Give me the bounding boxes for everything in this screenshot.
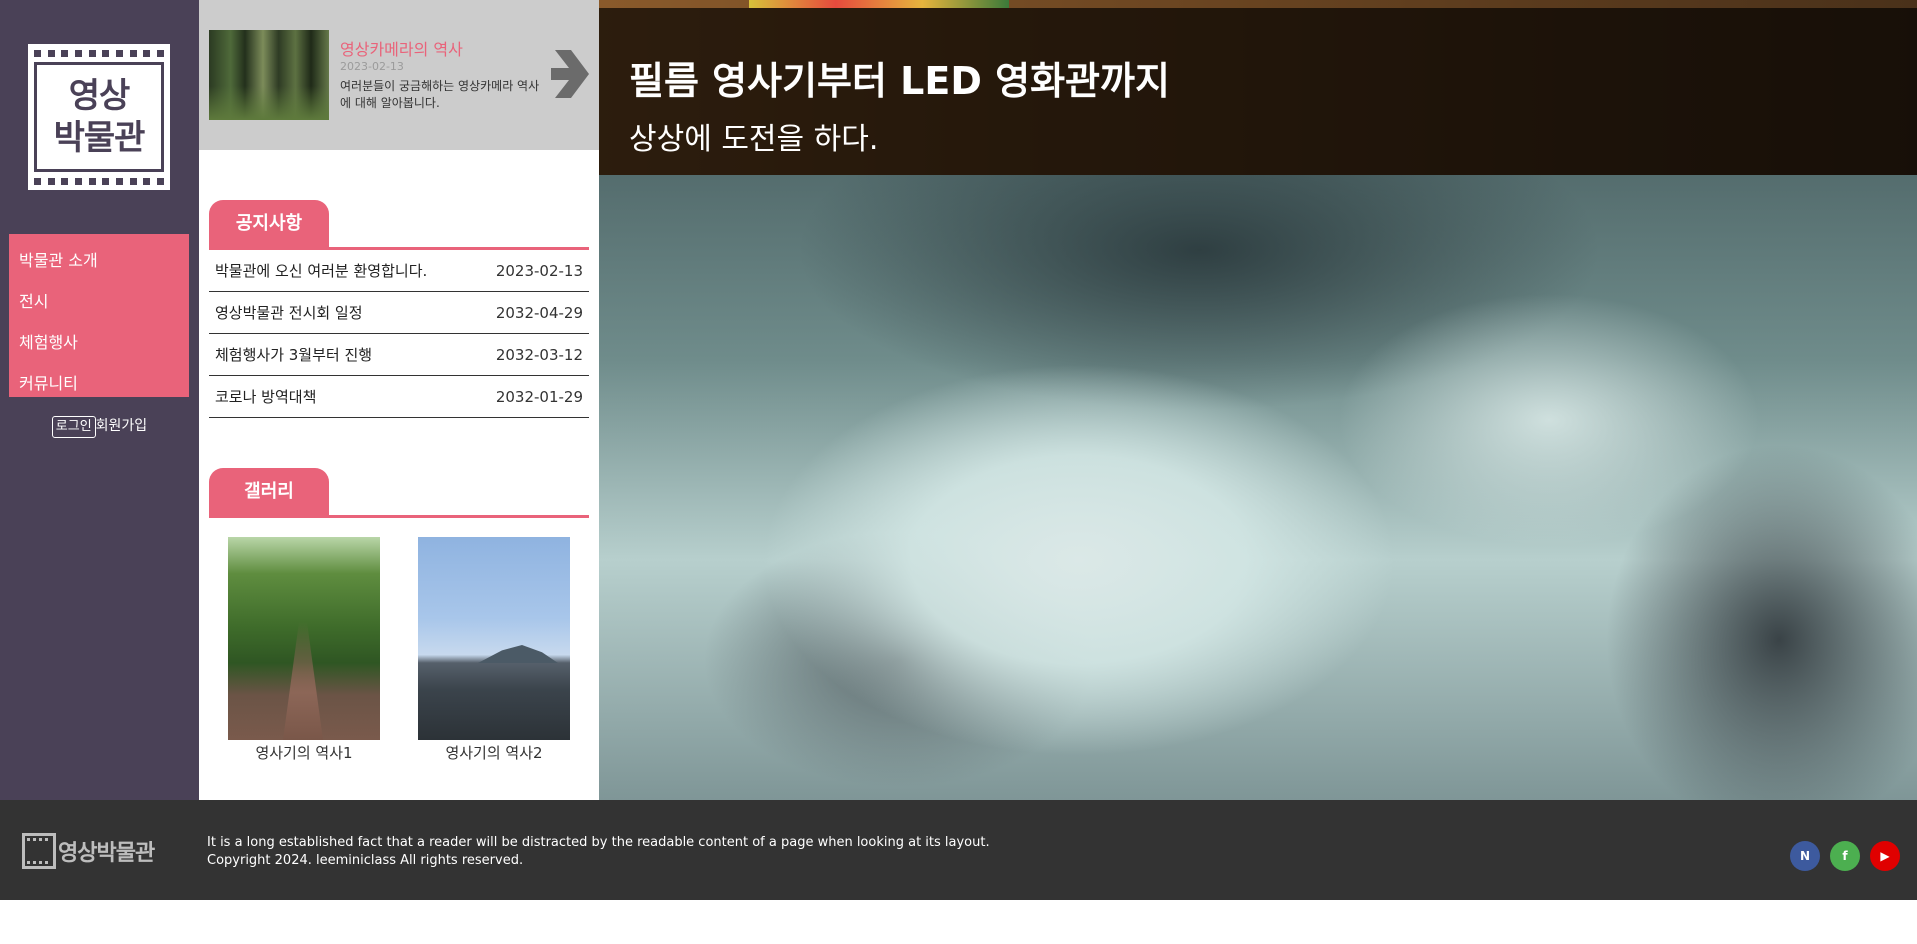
nav-item-about[interactable]: 박물관 소개 [9, 240, 189, 281]
logo-text: 영상 박물관 [53, 76, 146, 158]
footer-logo-text: 영상박물관 [58, 841, 155, 866]
tab-gallery[interactable]: 갤러리 [209, 468, 329, 515]
notice-item[interactable]: 코로나 방역대책 2032-01-29 [209, 376, 589, 418]
notice-date: 2032-03-12 [495, 345, 583, 364]
film-icon [22, 833, 56, 869]
gallery-caption: 영사기의 역사2 [445, 744, 543, 762]
facebook-icon[interactable]: f [1830, 841, 1860, 871]
banner-title[interactable]: 영상카메라의 역사 [340, 36, 463, 60]
arrow-right-icon[interactable] [551, 50, 589, 98]
content-column: 영상카메라의 역사 2023-02-13 여러분들이 궁금해하는 영상카메라 역… [199, 0, 599, 800]
main-nav: 박물관 소개 전시 체험행사 커뮤니티 [9, 234, 189, 397]
banner-thumbnail [209, 30, 329, 120]
notice-tab-header: 공지사항 [209, 200, 589, 250]
notice-item[interactable]: 박물관에 오신 여러분 환영합니다. 2023-02-13 [209, 250, 589, 292]
youtube-icon[interactable]: ▶ [1870, 841, 1900, 871]
gallery-tab-header: 갤러리 [209, 468, 589, 518]
notice-title: 영상박물관 전시회 일정 [215, 304, 363, 322]
gallery-image-forest-path[interactable] [228, 537, 380, 740]
footer-logo[interactable]: 영상박물관 [22, 833, 155, 869]
notice-title: 체험행사가 3월부터 진행 [215, 346, 373, 364]
banner-description: 여러분들이 궁금해하는 영상카메라 역사에 대해 알아봅니다. [340, 79, 540, 110]
auth-links: 로그인 회원가입 [0, 415, 199, 438]
hero-title: 필름 영사기부터 LED 영화관까지 [629, 59, 1170, 103]
join-link[interactable]: 회원가입 [96, 418, 148, 434]
nav-item-community[interactable]: 커뮤니티 [9, 363, 189, 404]
gallery-image-seashore[interactable] [418, 537, 570, 740]
notice-item[interactable]: 영상박물관 전시회 일정 2032-04-29 [209, 292, 589, 334]
login-button[interactable]: 로그인 [51, 416, 96, 438]
nav-item-events[interactable]: 체험행사 [9, 322, 189, 363]
footer: 영상박물관 It is a long established fact that… [0, 800, 1917, 900]
nav-item-exhibition[interactable]: 전시 [9, 281, 189, 322]
footer-text: It is a long established fact that a rea… [207, 834, 990, 870]
notice-title: 코로나 방역대책 [215, 388, 317, 406]
notice-list: 박물관에 오신 여러분 환영합니다. 2023-02-13 영상박물관 전시회 일… [209, 250, 589, 418]
naver-icon[interactable]: N [1790, 841, 1820, 871]
gallery-grid: 영사기의 역사1 영사기의 역사2 [209, 537, 589, 763]
film-strip-top [34, 48, 164, 58]
notice-date: 2032-04-29 [495, 303, 583, 322]
tab-notice[interactable]: 공지사항 [209, 200, 329, 247]
hero-subtitle: 상상에 도전을 하다. [629, 122, 879, 157]
notice-date: 2023-02-13 [495, 261, 583, 280]
hero-visual: 필름 영사기부터 LED 영화관까지 상상에 도전을 하다. [599, 0, 1917, 800]
logo-frame: 영상 박물관 [34, 62, 164, 172]
gallery-item[interactable]: 영사기의 역사2 [418, 537, 570, 763]
gallery-item[interactable]: 영사기의 역사1 [228, 537, 380, 763]
sns-links: N f ▶ [1790, 841, 1900, 871]
hero-text-overlay: 필름 영사기부터 LED 영화관까지 상상에 도전을 하다. [599, 8, 1917, 175]
featured-banner[interactable]: 영상카메라의 역사 2023-02-13 여러분들이 궁금해하는 영상카메라 역… [199, 0, 599, 150]
film-strip-bottom [34, 176, 164, 186]
footer-line-1: It is a long established fact that a rea… [207, 835, 990, 850]
footer-copyright: Copyright 2024. leeminiclass All rights … [207, 853, 524, 868]
banner-date: 2023-02-13 [340, 60, 404, 73]
museum-logo[interactable]: 영상 박물관 [28, 44, 170, 190]
notice-item[interactable]: 체험행사가 3월부터 진행 2032-03-12 [209, 334, 589, 376]
notice-title: 박물관에 오신 여러분 환영합니다. [215, 262, 428, 280]
gallery-caption: 영사기의 역사1 [255, 744, 353, 762]
sidebar: 영상 박물관 박물관 소개 전시 체험행사 커뮤니티 로그인 회원가입 [0, 0, 199, 800]
notice-date: 2032-01-29 [495, 387, 583, 406]
